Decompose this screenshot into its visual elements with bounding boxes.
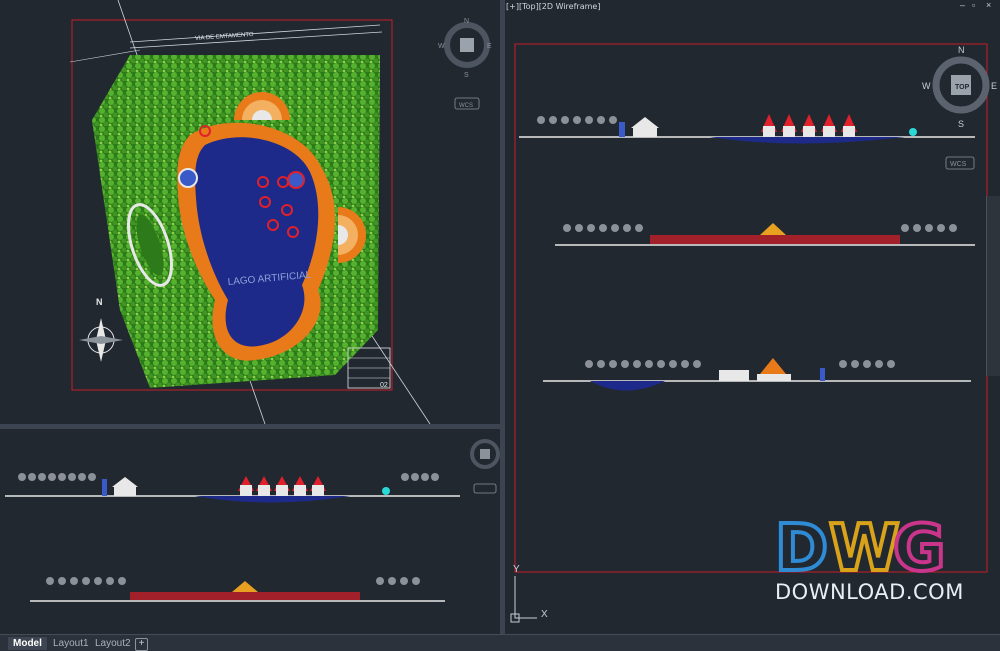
tab-model[interactable]: Model: [8, 637, 47, 650]
layout-tab-bar: Model Layout1 Layout2 +: [0, 634, 1000, 651]
ucs-x-label: X: [541, 609, 548, 620]
svg-text:W: W: [438, 43, 445, 50]
viewport-elevations-small[interactable]: [0, 429, 500, 634]
svg-text:E: E: [487, 43, 492, 50]
restore-button[interactable]: ▫: [972, 0, 975, 10]
viewcube-small[interactable]: [465, 434, 500, 504]
title-block-number: 02: [380, 382, 388, 389]
tab-layout1[interactable]: Layout1: [48, 637, 94, 650]
close-button[interactable]: ×: [986, 0, 991, 10]
svg-text:N: N: [464, 18, 469, 25]
svg-text:WCS: WCS: [459, 103, 473, 109]
svg-text:G: G: [893, 512, 945, 578]
viewcube-plan[interactable]: N S E W WCS: [438, 18, 492, 110]
svg-text:D: D: [775, 512, 828, 578]
viewcube-face: TOP: [955, 84, 970, 91]
navigation-bar[interactable]: [986, 196, 1000, 376]
viewcube-large[interactable]: TOP N S E W WCS: [922, 45, 997, 170]
svg-text:W: W: [922, 81, 931, 91]
tree-row: [18, 473, 439, 481]
add-layout-button[interactable]: +: [135, 638, 148, 651]
dwg-logo: D W G: [775, 510, 945, 578]
viewport-controls-label[interactable]: [+][Top][2D Wireframe]: [506, 2, 600, 11]
watermark-text: DOWNLOAD.COM: [775, 580, 964, 604]
elevation-drawing-small: [5, 473, 460, 602]
north-arrow-label: N: [96, 297, 103, 307]
minimize-button[interactable]: –: [960, 0, 965, 10]
road-line: [129, 24, 381, 43]
kiosk-row: [238, 476, 326, 496]
svg-text:W: W: [829, 512, 900, 578]
svg-text:WCS: WCS: [950, 161, 967, 168]
site-plan-drawing: LAGO ARTIFICIAL VIA DE EMTAMENTO 02 N N …: [69, 0, 492, 424]
ucs-y-label: Y: [513, 564, 520, 575]
svg-text:N: N: [958, 45, 965, 55]
viewport-splitter-horizontal[interactable]: [0, 424, 500, 429]
svg-text:S: S: [464, 72, 469, 79]
ucs-icon: [510, 576, 537, 623]
svg-text:E: E: [991, 81, 997, 91]
north-arrow-icon: [79, 318, 123, 362]
tab-layout2[interactable]: Layout2: [90, 637, 136, 650]
viewport-splitter-vertical[interactable]: [500, 0, 505, 634]
viewport-plan[interactable]: LAGO ARTIFICIAL VIA DE EMTAMENTO 02 N N …: [0, 0, 500, 424]
svg-text:S: S: [958, 119, 964, 129]
paper-border-right: [514, 43, 988, 573]
